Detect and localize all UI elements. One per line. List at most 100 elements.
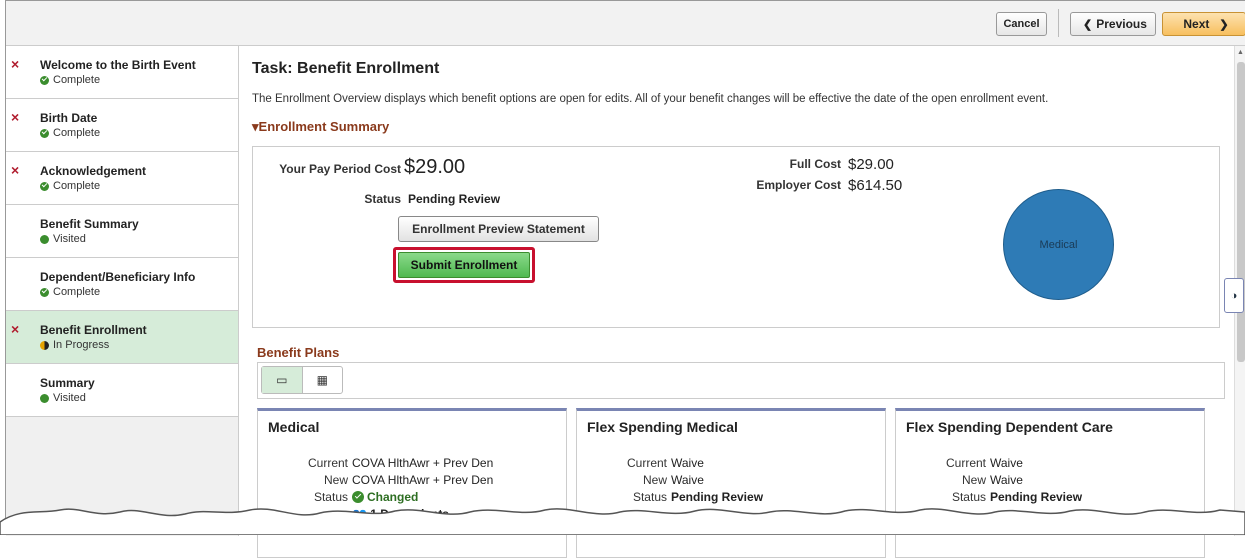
step-status-text: Complete (53, 180, 101, 192)
step-status: Complete (40, 127, 100, 139)
current-label: Current (307, 456, 348, 470)
plan-card-title: Flex Spending Medical (587, 419, 738, 435)
step-benefit-enrollment[interactable]: × Benefit Enrollment In Progress (6, 311, 238, 364)
new-row: New Waive (577, 473, 704, 487)
step-status-text: Complete (53, 286, 101, 298)
step-welcome[interactable]: × Welcome to the Birth Event Complete (6, 46, 238, 99)
page-title: Task: Benefit Enrollment (252, 60, 440, 77)
enrollment-summary-toggle[interactable]: ▾Enrollment Summary (252, 119, 389, 135)
step-status: Visited (40, 233, 86, 245)
pie-menu-icon: ◑ (1230, 289, 1238, 302)
step-title: Birth Date (40, 111, 98, 125)
step-status-text: In Progress (53, 339, 110, 351)
new-row: New COVA HlthAwr + Prev Den (258, 473, 493, 487)
required-marker: × (11, 109, 20, 125)
activity-guide-sidebar: × Welcome to the Birth Event Complete × … (6, 46, 239, 536)
current-value: Waive (671, 456, 704, 470)
plan-card-medical[interactable]: Medical Current COVA HlthAwr + Prev Den N… (257, 408, 567, 558)
benefit-plans-heading: Benefit Plans (257, 345, 340, 360)
previous-label: Previous (1096, 17, 1147, 31)
submit-enrollment-button[interactable]: Submit Enrollment (398, 252, 530, 278)
app-window: Cancel ❮ Previous Next ❯ × Welcome to th… (5, 0, 1245, 558)
step-status: Complete (40, 286, 100, 298)
step-title: Dependent/Beneficiary Info (40, 270, 196, 284)
complete-icon (40, 75, 49, 85)
required-marker: × (11, 56, 20, 72)
side-panel-tab[interactable]: ◑ (1224, 278, 1244, 313)
step-title: Benefit Summary (40, 217, 139, 231)
toolbar-divider (1058, 9, 1059, 37)
enrollment-summary-panel: Your Pay Period Cost $29.00 Status Pendi… (252, 146, 1220, 328)
in-progress-icon (40, 340, 49, 350)
previous-button[interactable]: ❮ Previous (1070, 12, 1156, 36)
new-value: Waive (671, 473, 704, 487)
plan-card-title: Flex Spending Dependent Care (906, 419, 1113, 435)
grid-view-icon[interactable]: ▦ (303, 367, 343, 393)
new-label: New (323, 473, 348, 487)
cancel-label: Cancel (1003, 18, 1040, 30)
view-toggle: ▭ ▦ (261, 366, 343, 394)
visited-icon (40, 393, 49, 403)
required-marker: × (11, 321, 20, 337)
step-title: Acknowledgement (40, 164, 147, 178)
new-label: New (961, 473, 986, 487)
step-title: Welcome to the Birth Event (40, 58, 196, 72)
new-row: New Waive (896, 473, 1023, 487)
step-summary[interactable]: Summary Visited (6, 364, 238, 417)
full-cost-label: Full Cost (789, 157, 841, 171)
step-title: Summary (40, 376, 95, 390)
scroll-up-icon[interactable]: ▲ (1237, 49, 1244, 56)
complete-icon (40, 287, 49, 297)
new-value: COVA HlthAwr + Prev Den (352, 473, 494, 487)
pay-period-cost-label: Your Pay Period Cost (279, 162, 401, 176)
plan-card-flex-medical[interactable]: Flex Spending Medical Current Waive New Wa… (576, 408, 886, 558)
full-cost-value: $29.00 (848, 156, 894, 173)
complete-icon (40, 181, 49, 191)
view-toggle-bar: ▭ ▦ (257, 362, 1225, 399)
plan-card-title: Medical (268, 419, 320, 435)
current-row: Current Waive (577, 456, 704, 470)
next-label: Next (1183, 17, 1210, 31)
current-label: Current (945, 456, 986, 470)
scroll-thumb[interactable] (1237, 62, 1245, 362)
page-description: The Enrollment Overview displays which b… (252, 93, 1049, 105)
top-toolbar: Cancel ❮ Previous Next ❯ (6, 1, 1245, 46)
cancel-button[interactable]: Cancel (996, 12, 1047, 36)
current-value: Waive (990, 456, 1023, 470)
employer-cost-value: $614.50 (848, 177, 903, 194)
submit-highlight-box: Submit Enrollment (393, 247, 535, 283)
next-button[interactable]: Next ❯ (1162, 12, 1245, 36)
status-label: Status (364, 192, 401, 206)
step-status-text: Visited (53, 233, 86, 245)
step-status: In Progress (40, 339, 109, 351)
current-value: COVA HlthAwr + Prev Den (352, 456, 494, 470)
required-marker: × (11, 162, 20, 178)
step-status-text: Visited (53, 392, 86, 404)
current-row: Current Waive (896, 456, 1023, 470)
enrollment-preview-button[interactable]: Enrollment Preview Statement (398, 216, 599, 242)
pie-slice-label: Medical (1039, 238, 1078, 251)
step-status-text: Complete (53, 127, 101, 139)
current-label: Current (626, 456, 667, 470)
new-value: Waive (990, 473, 1023, 487)
chevron-right-icon: ❯ (1219, 18, 1229, 31)
chevron-left-icon: ❮ (1083, 18, 1093, 31)
step-status: Visited (40, 392, 86, 404)
step-dependent-info[interactable]: Dependent/Beneficiary Info Complete (6, 258, 238, 311)
pay-period-cost-value: $29.00 (404, 156, 466, 178)
status-value: Pending Review (408, 192, 501, 206)
step-title: Benefit Enrollment (40, 323, 147, 337)
employer-cost-label: Employer Cost (756, 178, 841, 192)
new-label: New (642, 473, 667, 487)
plan-card-flex-dependent-care[interactable]: Flex Spending Dependent Care Current Waiv… (895, 408, 1205, 558)
card-view-icon[interactable]: ▭ (262, 367, 303, 393)
step-status: Complete (40, 180, 100, 192)
cost-pie-chart: Medical (1003, 189, 1114, 300)
visited-icon (40, 234, 49, 244)
current-row: Current COVA HlthAwr + Prev Den (258, 456, 493, 470)
step-status: Complete (40, 74, 100, 86)
complete-icon (40, 128, 49, 138)
step-acknowledgement[interactable]: × Acknowledgement Complete (6, 152, 238, 205)
step-birth-date[interactable]: × Birth Date Complete (6, 99, 238, 152)
step-benefit-summary[interactable]: Benefit Summary Visited (6, 205, 238, 258)
